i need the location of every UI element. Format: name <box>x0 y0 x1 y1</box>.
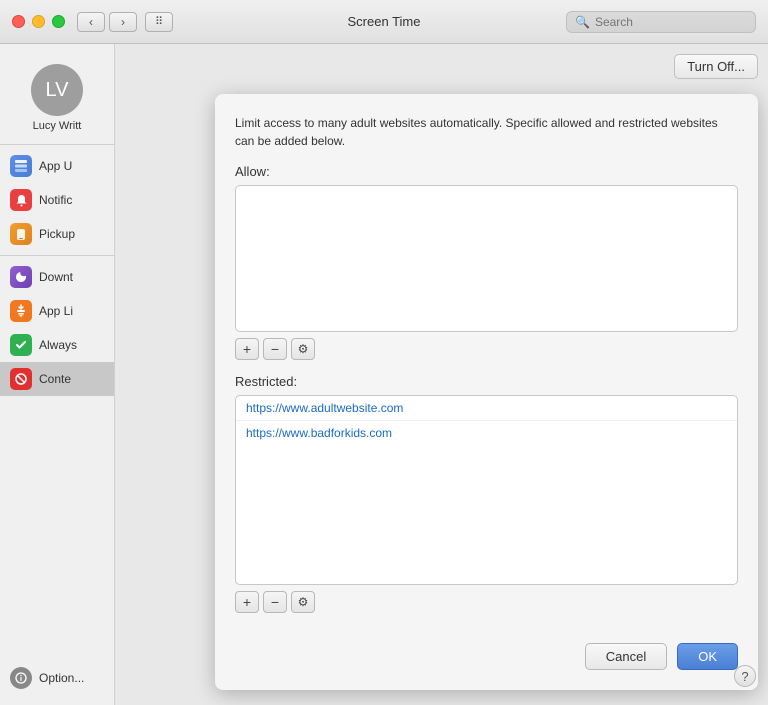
sidebar-divider-2 <box>0 255 114 256</box>
content-icon <box>10 368 32 390</box>
minimize-button[interactable] <box>32 15 45 28</box>
sidebar-item-label-app-limits: App Li <box>39 304 73 318</box>
allow-list[interactable] <box>235 185 738 332</box>
sidebar-item-app-usage[interactable]: App U <box>0 149 114 183</box>
main-area: LV Lucy Writt App U Notific <box>0 44 768 705</box>
sidebar-bottom: Option... <box>0 661 114 705</box>
restricted-controls: + − ⚙ <box>235 591 738 613</box>
options-label: Option... <box>39 671 84 685</box>
pickups-icon <box>10 223 32 245</box>
close-button[interactable] <box>12 15 25 28</box>
dialog-buttons: Cancel OK <box>235 639 738 670</box>
titlebar: ‹ › ⠿ Screen Time 🔍 <box>0 0 768 44</box>
sidebar-item-app-limits[interactable]: App Li <box>0 294 114 328</box>
app-usage-icon <box>10 155 32 177</box>
sidebar-item-pickups[interactable]: Pickup <box>0 217 114 251</box>
options-item[interactable]: Option... <box>0 661 114 695</box>
turn-off-button[interactable]: Turn Off... <box>674 54 758 79</box>
restricted-section: Restricted: https://www.adultwebsite.com… <box>235 374 738 627</box>
allow-section: Allow: + − ⚙ <box>235 164 738 374</box>
notifications-icon <box>10 189 32 211</box>
restricted-gear-button[interactable]: ⚙ <box>291 591 315 613</box>
ok-button[interactable]: OK <box>677 643 738 670</box>
top-bar-right: Turn Off... <box>674 54 758 79</box>
sidebar-item-always-allowed[interactable]: Always <box>0 328 114 362</box>
help-button[interactable]: ? <box>734 665 756 687</box>
sidebar: LV Lucy Writt App U Notific <box>0 44 115 705</box>
avatar: LV <box>31 64 83 116</box>
sidebar-divider <box>0 144 114 145</box>
window-title: Screen Time <box>348 14 421 29</box>
dialog-description: Limit access to many adult websites auto… <box>235 114 738 150</box>
allow-add-button[interactable]: + <box>235 338 259 360</box>
restricted-item-1[interactable]: https://www.badforkids.com <box>236 421 737 445</box>
sidebar-item-label-app-usage: App U <box>39 159 72 173</box>
restricted-list[interactable]: https://www.adultwebsite.com https://www… <box>235 395 738 585</box>
sidebar-item-label-pickups: Pickup <box>39 227 75 241</box>
sidebar-item-content[interactable]: Conte <box>0 362 114 396</box>
nav-buttons: ‹ › ⠿ <box>77 12 173 32</box>
sidebar-item-downtime[interactable]: Downt <box>0 260 114 294</box>
sidebar-item-label-downtime: Downt <box>39 270 73 284</box>
sidebar-item-label-content: Conte <box>39 372 71 386</box>
restricted-item-0[interactable]: https://www.adultwebsite.com <box>236 396 737 421</box>
search-input[interactable] <box>595 15 747 29</box>
traffic-lights <box>12 15 65 28</box>
restricted-add-button[interactable]: + <box>235 591 259 613</box>
options-icon <box>10 667 32 689</box>
app-limits-icon <box>10 300 32 322</box>
dialog: Limit access to many adult websites auto… <box>215 94 758 690</box>
always-allowed-icon <box>10 334 32 356</box>
restricted-label: Restricted: <box>235 374 738 389</box>
back-button[interactable]: ‹ <box>77 12 105 32</box>
avatar-section: LV Lucy Writt <box>0 54 114 140</box>
allow-gear-button[interactable]: ⚙ <box>291 338 315 360</box>
forward-button[interactable]: › <box>109 12 137 32</box>
allow-label: Allow: <box>235 164 738 179</box>
maximize-button[interactable] <box>52 15 65 28</box>
grid-button[interactable]: ⠿ <box>145 12 173 32</box>
sidebar-item-notifications[interactable]: Notific <box>0 183 114 217</box>
restricted-remove-button[interactable]: − <box>263 591 287 613</box>
search-bar[interactable]: 🔍 <box>566 11 756 33</box>
allow-controls: + − ⚙ <box>235 338 738 360</box>
user-name: Lucy Writt <box>10 120 105 132</box>
cancel-button[interactable]: Cancel <box>585 643 667 670</box>
content-panel: Turn Off... Limit access to many adult w… <box>115 44 768 705</box>
search-icon: 🔍 <box>575 15 590 29</box>
downtime-icon <box>10 266 32 288</box>
sidebar-item-label-always-allowed: Always <box>39 338 77 352</box>
allow-remove-button[interactable]: − <box>263 338 287 360</box>
sidebar-item-label-notifications: Notific <box>39 193 72 207</box>
